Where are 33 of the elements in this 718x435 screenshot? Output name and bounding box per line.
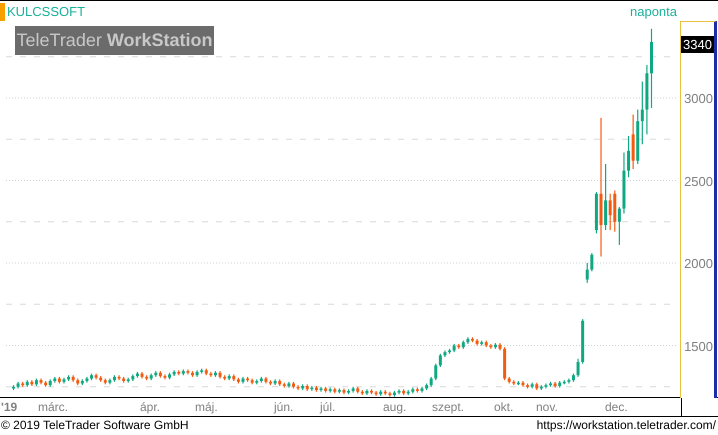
candlestick — [618, 206, 621, 246]
x-axis-label: márc. — [38, 400, 68, 414]
x-axis-label: okt. — [494, 400, 514, 414]
x-axis-label: júl. — [320, 400, 336, 414]
y-axis-label: 3000 — [684, 91, 713, 106]
candlestick — [586, 262, 589, 284]
year-label: '19 — [1, 400, 18, 414]
symbol-title: KULCSSOFT — [7, 4, 86, 19]
candlestick — [576, 358, 580, 378]
candlestick — [627, 135, 630, 178]
candlestick — [608, 193, 612, 231]
x-axis-label: máj. — [195, 400, 218, 414]
candlestick — [430, 376, 433, 388]
candlestick — [438, 353, 442, 368]
candlestick — [640, 80, 644, 145]
y-axis-label: 2500 — [684, 174, 713, 189]
x-axis-label: jún. — [274, 400, 294, 414]
x-axis-label: nov. — [536, 400, 558, 414]
website-url[interactable]: https://workstation.teletrader.com/ — [536, 417, 716, 433]
candlestick — [562, 380, 566, 385]
candlestick — [434, 363, 438, 381]
x-axis-label: szept. — [432, 400, 464, 414]
x-axis-label: dec. — [605, 400, 628, 414]
y-axis-label: 1500 — [684, 338, 713, 354]
last-price-label: 3340 — [681, 36, 714, 53]
x-axis-label: aug. — [383, 400, 406, 414]
symbol-marker — [0, 3, 5, 21]
x-axis-label: ápr. — [140, 400, 160, 414]
candlestick — [590, 252, 594, 272]
copyright-text: © 2019 TeleTrader Software GmbH — [1, 417, 189, 433]
logo-watermark: TeleTrader WorkStation — [15, 26, 214, 55]
interval-label: naponta — [630, 4, 677, 19]
y-axis-label: 2000 — [684, 256, 713, 272]
